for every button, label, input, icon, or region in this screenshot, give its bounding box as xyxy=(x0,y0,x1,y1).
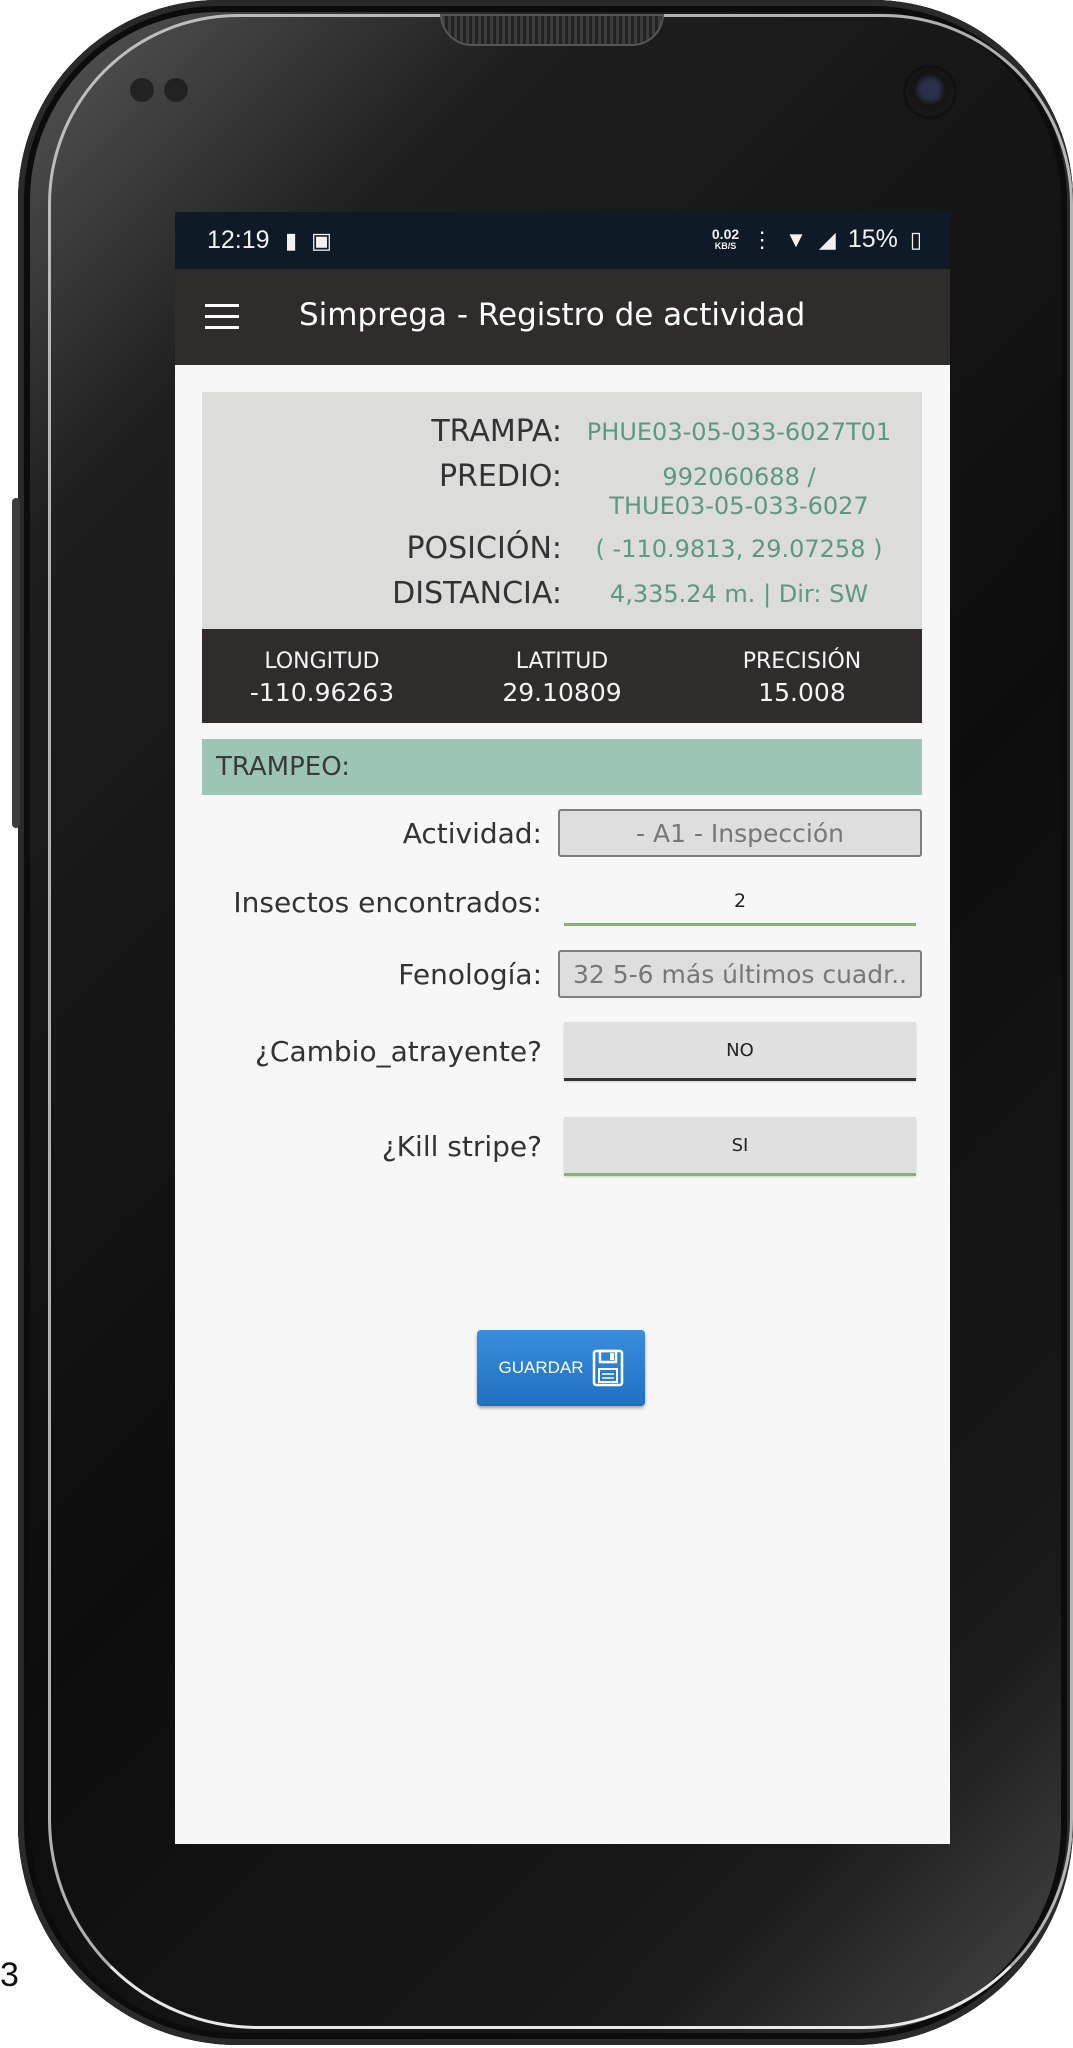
sensor-dots xyxy=(130,78,190,102)
actividad-row: Actividad: - A1 - Inspección xyxy=(202,809,922,857)
cambio-row: ¿Cambio_atrayente? NO xyxy=(202,1022,922,1081)
predio-value: 992060688 / THUE03-05-033-6027 xyxy=(562,457,902,521)
posicion-value: ( -110.9813, 29.07258 ) xyxy=(595,535,883,563)
save-label: GUARDAR xyxy=(498,1358,584,1377)
fenologia-label: Fenología: xyxy=(398,957,542,991)
status-bar: 12:19 ▮▣ 0.02 KB/S ⋮ ▼ ◢ 15% ▯ xyxy=(175,212,950,269)
menu-icon[interactable] xyxy=(205,304,239,330)
battery-percent: 15% xyxy=(847,225,898,253)
insectos-input[interactable]: 2 xyxy=(564,879,916,926)
distancia-value: 4,335.24 m. | Dir: SW xyxy=(609,580,869,608)
longitud-value: -110.96263 xyxy=(249,678,395,707)
kill-toggle[interactable]: SI xyxy=(564,1117,916,1176)
kill-row: ¿Kill stripe? SI xyxy=(202,1117,922,1176)
net-speed: 0.02 KB/S xyxy=(711,225,740,252)
latitud-col: LATITUD 29.10809 xyxy=(443,649,681,707)
longitud-col: LONGITUD -110.96263 xyxy=(203,649,441,707)
main-content: TRAMPA: PHUE03-05-033-6027T01 PREDIO: 99… xyxy=(175,365,950,1176)
app-title: Simprega - Registro de actividad xyxy=(299,297,806,333)
notification-icons: ▮▣ xyxy=(285,228,346,254)
posicion-label: POSICIÓN: xyxy=(406,531,562,566)
distancia-row: DISTANCIA: 4,335.24 m. | Dir: SW xyxy=(222,574,902,611)
latitud-value: 29.10809 xyxy=(502,678,622,707)
phone-screen: 12:19 ▮▣ 0.02 KB/S ⋮ ▼ ◢ 15% ▯ Simprega … xyxy=(175,212,950,1844)
wifi-icon: ▼ xyxy=(785,226,807,252)
latitud-label: LATITUD xyxy=(515,649,609,674)
actividad-label: Actividad: xyxy=(402,816,542,850)
side-button xyxy=(12,498,20,828)
front-camera xyxy=(906,68,954,116)
precision-col: PRECISIÓN 15.008 xyxy=(683,649,921,707)
vibrate-icon: ⋮ xyxy=(751,226,774,252)
predio-row: PREDIO: 992060688 / THUE03-05-033-6027 xyxy=(222,457,902,521)
page-marker: 3 xyxy=(0,1956,19,1994)
signal-icon: ◢ xyxy=(818,226,836,252)
posicion-row: POSICIÓN: ( -110.9813, 29.07258 ) xyxy=(222,529,902,566)
app-bar: Simprega - Registro de actividad xyxy=(175,269,950,365)
section-title: TRAMPEO: xyxy=(202,739,922,795)
trap-info-card: TRAMPA: PHUE03-05-033-6027T01 PREDIO: 99… xyxy=(202,392,922,629)
precision-value: 15.008 xyxy=(758,678,846,707)
trampa-label: TRAMPA: xyxy=(431,414,562,449)
sim-icon: ▣ xyxy=(311,228,346,253)
distancia-label: DISTANCIA: xyxy=(392,576,562,611)
fenologia-row: Fenología: 32 5-6 más últimos cuadr.. xyxy=(202,950,922,998)
status-time: 12:19 xyxy=(207,226,270,254)
predio-label: PREDIO: xyxy=(438,459,562,494)
chat-icon: ▮ xyxy=(285,228,312,253)
status-right: 0.02 KB/S ⋮ ▼ ◢ 15% ▯ xyxy=(712,225,922,254)
predio-value-line2: THUE03-05-033-6027 xyxy=(609,492,869,520)
fenologia-select[interactable]: 32 5-6 más últimos cuadr.. xyxy=(558,950,922,998)
net-speed-unit: KB/S xyxy=(714,240,737,251)
predio-value-line1: 992060688 / xyxy=(662,463,816,491)
save-button[interactable]: GUARDAR xyxy=(477,1330,645,1406)
net-speed-value: 0.02 xyxy=(711,225,740,242)
insectos-label: Insectos encontrados: xyxy=(233,886,542,919)
insectos-row: Insectos encontrados: 2 xyxy=(202,879,922,926)
battery-icon: ▯ xyxy=(909,226,922,252)
floppy-disk-icon xyxy=(592,1349,623,1387)
longitud-label: LONGITUD xyxy=(264,649,380,674)
trampa-value: PHUE03-05-033-6027T01 xyxy=(586,418,892,446)
actividad-select[interactable]: - A1 - Inspección xyxy=(558,809,922,857)
kill-label: ¿Kill stripe? xyxy=(381,1130,542,1163)
cambio-toggle[interactable]: NO xyxy=(564,1022,916,1081)
speaker-grille xyxy=(440,14,664,46)
precision-label: PRECISIÓN xyxy=(742,649,862,674)
gps-bar: LONGITUD -110.96263 LATITUD 29.10809 PRE… xyxy=(202,629,922,723)
trampa-row: TRAMPA: PHUE03-05-033-6027T01 xyxy=(222,412,902,449)
cambio-label: ¿Cambio_atrayente? xyxy=(255,1035,542,1068)
